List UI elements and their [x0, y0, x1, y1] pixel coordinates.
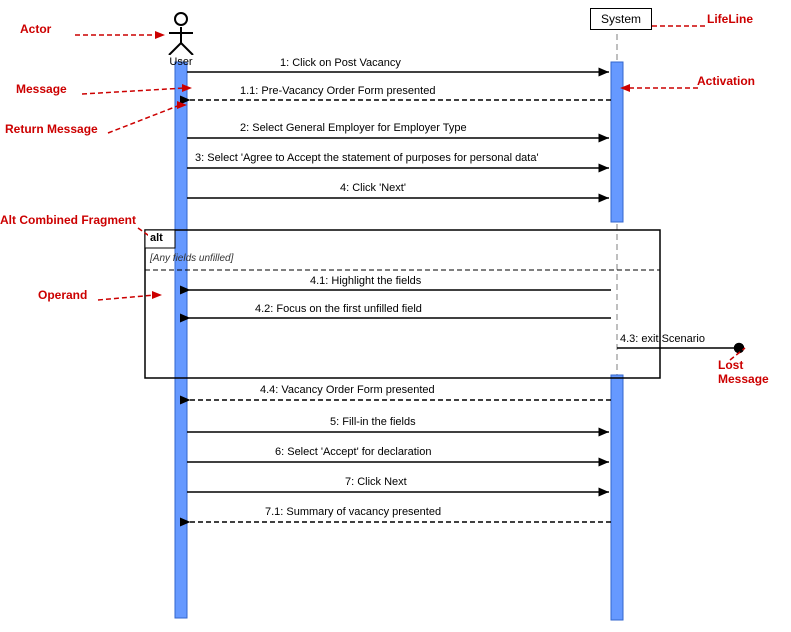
msg-4-2: 4.2: Focus on the first unfilled field: [255, 303, 422, 315]
operand-condition: [Any fields unfilled]: [150, 253, 233, 264]
msg-4: 4: Click 'Next': [340, 182, 406, 194]
actor-annotation: Actor: [20, 22, 51, 36]
alt-fragment-annotation: Alt Combined Fragment: [0, 213, 136, 227]
msg-4-3: 4.3: exit Scenario: [620, 333, 705, 345]
lifeline-annotation: LifeLine: [707, 12, 753, 26]
msg-3: 3: Select 'Agree to Accept the statement…: [195, 152, 539, 164]
msg-7: 7: Click Next: [345, 476, 407, 488]
message-annotation: Message: [16, 82, 67, 96]
msg-4-1: 4.1: Highlight the fields: [310, 275, 421, 287]
msg-2: 2: Select General Employer for Employer …: [240, 122, 467, 134]
system-box: System: [590, 8, 652, 30]
actor-figure: [163, 27, 199, 55]
return-message-annotation: Return Message: [5, 122, 98, 136]
msg-6: 6: Select 'Accept' for declaration: [275, 446, 431, 458]
operand-annotation: Operand: [38, 288, 87, 302]
msg-1: 1: Click on Post Vacancy: [280, 57, 401, 69]
msg-7-1: 7.1: Summary of vacancy presented: [265, 506, 441, 518]
alt-label: alt: [148, 232, 165, 244]
sequence-diagram: User System 1: Click on Post Vacancy 1.1…: [0, 0, 791, 632]
user-label: User: [163, 56, 199, 68]
lost-message-annotation: Lost Message: [718, 358, 791, 386]
msg-1-1: 1.1: Pre-Vacancy Order Form presented: [240, 85, 435, 97]
activation-annotation: Activation: [697, 74, 755, 88]
user-actor: User: [163, 12, 199, 68]
msg-4-4: 4.4: Vacancy Order Form presented: [260, 384, 435, 396]
msg-5: 5: Fill-in the fields: [330, 416, 416, 428]
